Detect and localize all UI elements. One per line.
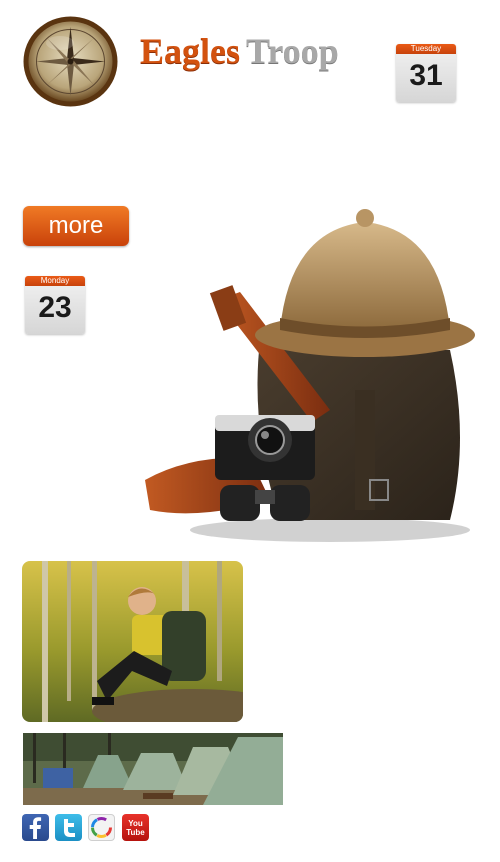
compass-logo — [22, 15, 119, 108]
date-badge-day: 31 — [409, 59, 443, 92]
facebook-icon[interactable] — [22, 814, 49, 841]
more-button[interactable]: more — [23, 206, 129, 246]
youtube-icon[interactable]: You Tube — [122, 814, 149, 841]
date-badge-day: 23 — [38, 291, 72, 324]
photo-camp-tents — [23, 733, 283, 805]
explorer-gear-image — [130, 200, 480, 550]
date-badge-post: Monday 23 — [25, 276, 85, 334]
picasa-icon[interactable] — [88, 814, 115, 841]
youtube-icon-line1: You — [128, 819, 143, 828]
date-badge-top: Tuesday 31 — [396, 44, 456, 102]
date-badge-weekday: Tuesday — [396, 44, 456, 54]
youtube-icon-line2: Tube — [126, 828, 145, 837]
site-title-part2: Troop — [246, 31, 339, 71]
photo-scout-boy — [22, 561, 243, 722]
site-title: Eagles Troop — [140, 30, 380, 80]
twitter-icon[interactable] — [55, 814, 82, 841]
date-badge-weekday: Monday — [25, 276, 85, 286]
site-title-part1: Eagles — [140, 31, 241, 71]
